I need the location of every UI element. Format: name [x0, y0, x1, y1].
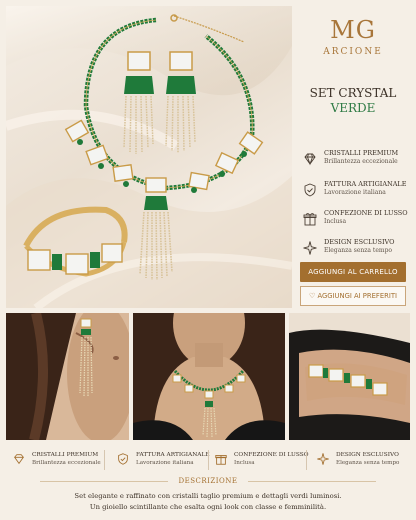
brand-logo-mark: MG	[330, 16, 376, 44]
description-line-1: Set elegante e raffinato con cristalli t…	[74, 492, 342, 500]
shield-check-icon	[118, 453, 128, 465]
bottom-feature-exclusive-design: DESIGN ESCLUSIVO Eleganza senza tempo	[316, 452, 410, 472]
feature-subtitle: Lavorazione italiana	[136, 460, 194, 466]
diamond-icon	[304, 153, 316, 166]
photo-bracelet-worn[interactable]	[289, 313, 410, 440]
feature-subtitle: Eleganza senza tempo	[324, 247, 393, 254]
feature-title: CONFEZIONE DI LUSSO	[234, 452, 309, 458]
feature-title: DESIGN ESCLUSIVO	[324, 238, 395, 246]
jewelry-set-illustration	[6, 6, 292, 308]
earring-model-illustration	[6, 313, 129, 440]
bottom-feature-premium-crystals: CRISTALLI PREMIUM Brillantezza ecceziona…	[12, 452, 102, 472]
feature-title: CONFEZIONE DI LUSSO	[324, 209, 408, 217]
brand-name: ARCIONE	[323, 47, 383, 57]
hero-product-image[interactable]	[6, 6, 292, 308]
add-to-cart-button[interactable]: AGGIUNGI AL CARRELLO	[300, 262, 406, 282]
shield-check-icon	[304, 183, 316, 197]
feature-title: FATTURA ARTIGIANALE	[136, 452, 210, 458]
feature-subtitle: Brillantezza eccezionale	[32, 460, 101, 466]
diamond-icon	[14, 454, 24, 465]
description-line-2: Un gioiello scintillante che esalta ogni…	[89, 503, 327, 511]
feature-subtitle: Eleganza senza tempo	[336, 460, 400, 466]
divider	[306, 450, 307, 470]
feature-premium-crystals: CRISTALLI PREMIUM Brillantezza ecceziona…	[302, 149, 410, 175]
bracelet-model-illustration	[289, 313, 410, 440]
feature-title: DESIGN ESCLUSIVO	[336, 452, 399, 458]
bottom-feature-craftsmanship: FATTURA ARTIGIANALE Lavorazione italiana	[116, 452, 210, 472]
gift-icon	[215, 455, 227, 465]
add-to-favorites-label: AGGIUNGI AI PREFERITI	[317, 292, 398, 300]
feature-exclusive-design: DESIGN ESCLUSIVO Eleganza senza tempo	[302, 238, 410, 264]
divider	[248, 481, 376, 482]
sparkle-icon	[303, 241, 317, 255]
product-info-panel: MG ARCIONE SET CRYSTAL VERDE CRISTALLI P…	[296, 6, 410, 308]
feature-title: CRISTALLI PREMIUM	[32, 452, 99, 458]
feature-luxury-packaging: CONFEZIONE DI LUSSO Inclusa	[302, 209, 410, 235]
feature-title: CRISTALLI PREMIUM	[324, 149, 399, 157]
feature-subtitle: Inclusa	[234, 460, 255, 466]
feature-craftsmanship: FATTURA ARTIGIANALE Lavorazione italiana	[302, 180, 410, 206]
heart-icon: ♡	[308, 292, 316, 300]
divider	[208, 450, 209, 470]
feature-subtitle: Inclusa	[324, 218, 347, 225]
product-variant: VERDE	[330, 101, 376, 115]
add-to-favorites-button[interactable]: ♡ AGGIUNGI AI PREFERITI	[300, 286, 406, 306]
photo-earring-worn[interactable]	[6, 313, 129, 440]
gift-icon	[303, 212, 317, 226]
feature-subtitle: Lavorazione italiana	[324, 189, 386, 196]
photo-necklace-worn[interactable]	[133, 313, 285, 440]
product-title: SET CRYSTAL	[309, 86, 397, 100]
divider	[104, 450, 105, 470]
feature-subtitle: Brillantezza eccezionale	[324, 158, 398, 165]
feature-title: FATTURA ARTIGIANALE	[324, 180, 407, 188]
bottom-feature-luxury-packaging: CONFEZIONE DI LUSSO Inclusa	[214, 452, 309, 472]
sparkle-icon	[317, 453, 329, 465]
necklace-model-illustration	[133, 313, 285, 440]
